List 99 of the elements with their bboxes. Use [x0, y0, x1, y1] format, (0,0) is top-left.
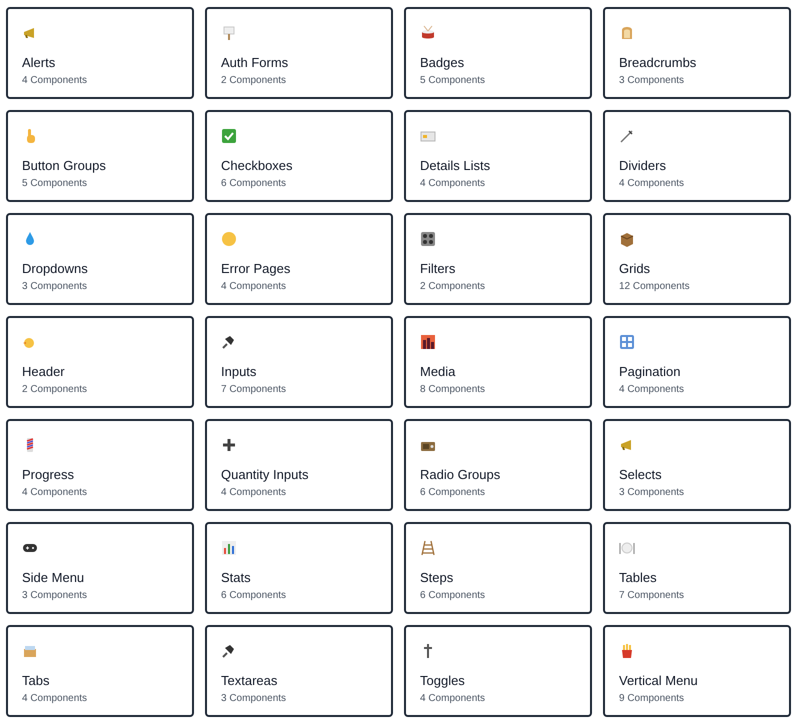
- sword-icon: [619, 128, 635, 144]
- component-count: 3 Components: [619, 75, 686, 87]
- component-count: 2 Components: [420, 281, 486, 293]
- component-count: 3 Components: [619, 487, 686, 499]
- card-title: Badges: [420, 55, 466, 71]
- component-count: 5 Components: [420, 75, 486, 87]
- plate-icon: [619, 540, 635, 556]
- category-card[interactable]: Pagination 4 Components: [603, 316, 791, 408]
- card-title: Details Lists: [420, 158, 492, 174]
- category-card[interactable]: Quantity Inputs 4 Components: [205, 419, 393, 511]
- component-count: 6 Components: [420, 487, 486, 499]
- category-card[interactable]: Badges 5 Components: [404, 7, 592, 99]
- component-count: 8 Components: [420, 384, 486, 396]
- component-count: 2 Components: [221, 75, 288, 87]
- component-count: 4 Components: [22, 487, 88, 499]
- sign-icon: [221, 25, 237, 41]
- component-count: 2 Components: [22, 384, 88, 396]
- category-card[interactable]: Inputs 7 Components: [205, 316, 393, 408]
- category-card[interactable]: Selects 3 Components: [603, 419, 791, 511]
- category-card[interactable]: Error Pages 4 Components: [205, 213, 393, 305]
- card-title: Side Menu: [22, 570, 86, 586]
- card-title: Grids: [619, 261, 652, 277]
- card-title: Toggles: [420, 673, 466, 689]
- fries-icon: [619, 643, 635, 659]
- card-title: Dividers: [619, 158, 667, 174]
- component-count: 3 Components: [22, 590, 88, 602]
- card-title: Quantity Inputs: [221, 467, 310, 483]
- component-count: 4 Components: [420, 693, 486, 705]
- category-card[interactable]: Alerts 4 Components: [6, 7, 194, 99]
- card-title: Stats: [221, 570, 252, 586]
- category-card[interactable]: Grids 12 Components: [603, 213, 791, 305]
- category-card[interactable]: Details Lists 4 Components: [404, 110, 592, 202]
- card-title: Alerts: [22, 55, 56, 71]
- category-card[interactable]: Filters 2 Components: [404, 213, 592, 305]
- plus-icon: [221, 437, 237, 453]
- card-title: Checkboxes: [221, 158, 294, 174]
- category-card[interactable]: Button Groups 5 Components: [6, 110, 194, 202]
- component-count: 4 Components: [221, 281, 288, 293]
- card-title: Textareas: [221, 673, 278, 689]
- card-title: Radio Groups: [420, 467, 502, 483]
- card-title: Error Pages: [221, 261, 292, 277]
- drum-icon: [420, 25, 436, 41]
- keypad-icon: [619, 334, 635, 350]
- box-icon: [619, 231, 635, 247]
- card-title: Vertical Menu: [619, 673, 699, 689]
- component-count: 6 Components: [221, 178, 288, 190]
- component-count: 4 Components: [22, 75, 88, 87]
- card-title: Button Groups: [22, 158, 107, 174]
- category-card[interactable]: Progress 4 Components: [6, 419, 194, 511]
- category-card[interactable]: Stats 6 Components: [205, 522, 393, 614]
- card-title: Selects: [619, 467, 663, 483]
- category-card[interactable]: Dropdowns 3 Components: [6, 213, 194, 305]
- card-title: Pagination: [619, 364, 682, 380]
- card-title: Inputs: [221, 364, 258, 380]
- card-title: Tables: [619, 570, 658, 586]
- category-card[interactable]: Steps 6 Components: [404, 522, 592, 614]
- card-title: Breadcrumbs: [619, 55, 698, 71]
- component-count: 5 Components: [22, 178, 88, 190]
- category-card[interactable]: Vertical Menu 9 Components: [603, 625, 791, 717]
- chart-icon: [221, 540, 237, 556]
- card-title: Filters: [420, 261, 456, 277]
- component-count: 7 Components: [221, 384, 288, 396]
- category-card[interactable]: Auth Forms 2 Components: [205, 7, 393, 99]
- component-count: 9 Components: [619, 693, 686, 705]
- category-card[interactable]: Header 2 Components: [6, 316, 194, 408]
- component-count: 6 Components: [221, 590, 288, 602]
- component-count: 3 Components: [221, 693, 288, 705]
- category-card[interactable]: Side Menu 3 Components: [6, 522, 194, 614]
- knobs-icon: [420, 231, 436, 247]
- category-card[interactable]: Breadcrumbs 3 Components: [603, 7, 791, 99]
- category-card[interactable]: Radio Groups 6 Components: [404, 419, 592, 511]
- check-icon: [221, 128, 237, 144]
- category-card[interactable]: Media 8 Components: [404, 316, 592, 408]
- component-count: 6 Components: [420, 590, 486, 602]
- card-title: Tabs: [22, 673, 50, 689]
- component-count: 4 Components: [22, 693, 88, 705]
- card-title: Dropdowns: [22, 261, 89, 277]
- category-card[interactable]: Toggles 4 Components: [404, 625, 592, 717]
- component-count: 4 Components: [420, 178, 486, 190]
- component-count: 4 Components: [619, 178, 686, 190]
- component-count: 4 Components: [619, 384, 686, 396]
- component-count: 7 Components: [619, 590, 686, 602]
- box-icon: [22, 643, 38, 659]
- component-count: 4 Components: [221, 487, 288, 499]
- category-card[interactable]: Tabs 4 Components: [6, 625, 194, 717]
- category-card[interactable]: Dividers 4 Components: [603, 110, 791, 202]
- component-count: 12 Components: [619, 281, 691, 293]
- component-count: 3 Components: [22, 281, 88, 293]
- category-card[interactable]: Textareas 3 Components: [205, 625, 393, 717]
- category-card[interactable]: Tables 7 Components: [603, 522, 791, 614]
- category-card[interactable]: Checkboxes 6 Components: [205, 110, 393, 202]
- card-title: Media: [420, 364, 456, 380]
- card-title: Header: [22, 364, 66, 380]
- card-title: Steps: [420, 570, 454, 586]
- city-icon: [420, 334, 436, 350]
- ladder-icon: [420, 540, 436, 556]
- card-title: Auth Forms: [221, 55, 290, 71]
- card-title: Progress: [22, 467, 76, 483]
- bread-icon: [619, 25, 635, 41]
